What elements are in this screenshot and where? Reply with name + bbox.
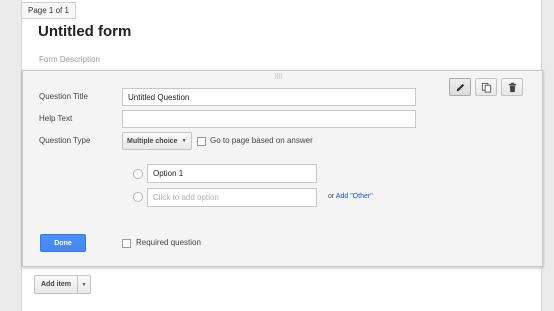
page-indicator: Page 1 of 1 [21, 2, 76, 19]
form-description[interactable]: Form Description [39, 55, 100, 64]
done-button[interactable]: Done [40, 234, 86, 252]
option-1-input[interactable] [147, 164, 317, 183]
add-option-input[interactable] [147, 188, 317, 207]
copy-icon [481, 82, 491, 93]
question-title-label: Question Title [39, 92, 88, 101]
question-type-label: Question Type [39, 136, 91, 145]
help-text-input[interactable] [122, 110, 416, 128]
go-to-page-label: Go to page based on answer [210, 136, 313, 145]
or-text: or [328, 193, 335, 200]
add-item-control: Add item ▼ [34, 275, 91, 294]
chevron-down-icon: ▼ [81, 281, 87, 288]
edit-button[interactable] [449, 78, 471, 96]
add-item-button[interactable]: Add item [34, 275, 78, 294]
trash-icon [508, 82, 516, 92]
question-type-value: Multiple choice [127, 137, 178, 145]
go-to-page-checkbox[interactable] [197, 137, 206, 146]
add-other-text: or Add "Other" [328, 193, 373, 200]
question-title-input[interactable] [122, 88, 416, 106]
delete-button[interactable] [501, 78, 523, 96]
add-option-radio-icon [133, 192, 143, 202]
required-checkbox[interactable] [122, 239, 131, 248]
required-label: Required question [136, 238, 201, 247]
question-editor: ⠿⠿ Question Title Help Text Question Typ… [22, 70, 543, 267]
add-other-link[interactable]: Add "Other" [336, 193, 373, 200]
drag-handle-icon[interactable]: ⠿⠿ [274, 74, 283, 81]
form-title[interactable]: Untitled form [38, 23, 131, 40]
help-text-label: Help Text [39, 114, 73, 123]
duplicate-button[interactable] [475, 78, 497, 96]
chevron-down-icon: ▼ [181, 138, 187, 144]
add-item-dropdown-button[interactable]: ▼ [77, 275, 91, 294]
pencil-icon [456, 83, 464, 91]
option-radio-icon [133, 169, 143, 179]
question-type-select[interactable]: Multiple choice ▼ [122, 132, 192, 150]
